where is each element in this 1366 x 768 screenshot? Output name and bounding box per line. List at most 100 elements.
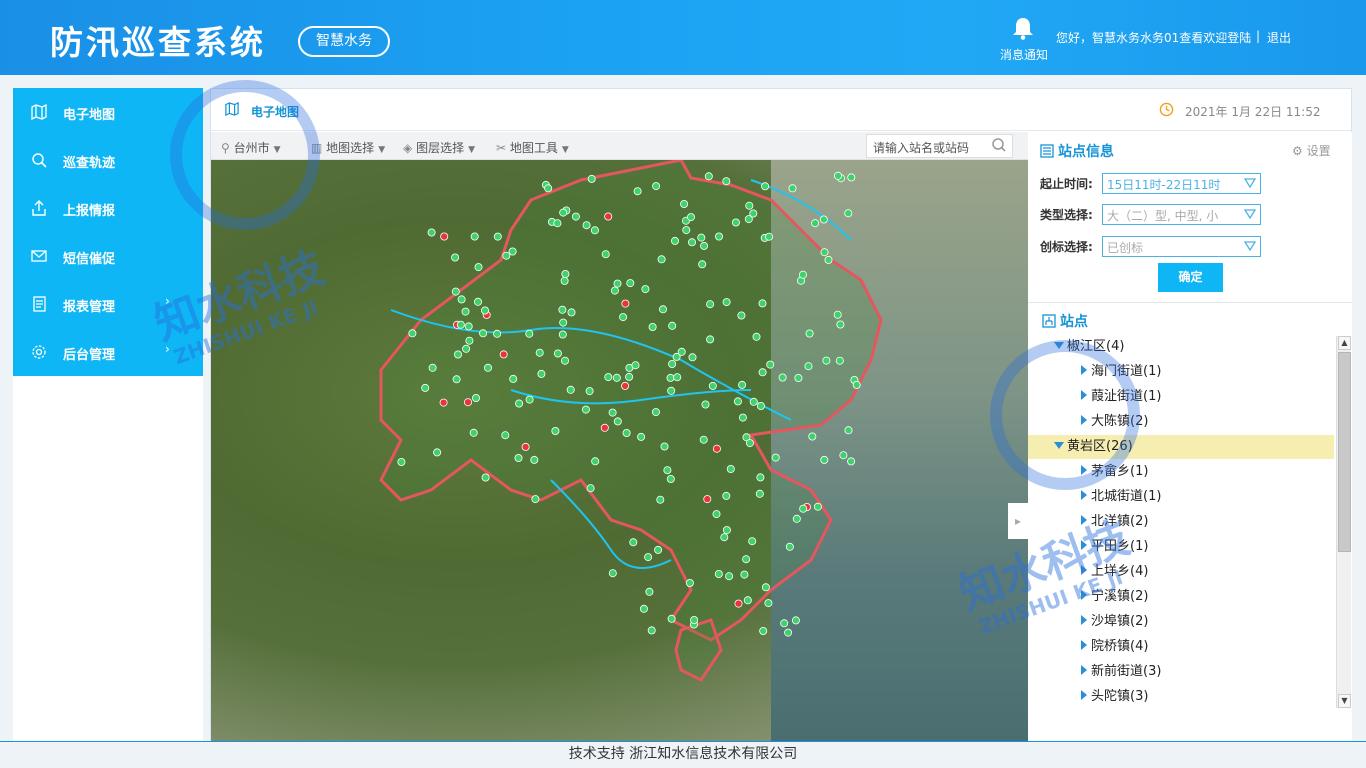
station-marker[interactable] [733,397,742,406]
map-select[interactable]: ▥ 地图选择 ▼ [311,139,385,156]
station-marker[interactable] [847,173,856,182]
station-marker[interactable] [690,615,699,624]
station-marker[interactable] [544,184,553,193]
station-marker[interactable] [440,232,449,241]
station-marker[interactable] [788,184,797,193]
station-marker[interactable] [631,361,640,370]
station-marker[interactable] [453,350,462,359]
station-marker[interactable] [452,375,461,384]
station-marker[interactable] [451,253,460,262]
station-marker[interactable] [651,408,660,417]
station-marker[interactable] [852,380,861,389]
search-icon[interactable] [991,137,1007,153]
tree-node[interactable]: 大陈镇(2) [1081,410,1148,434]
station-marker[interactable] [706,300,715,309]
station-marker[interactable] [658,305,667,314]
station-marker[interactable] [421,383,430,392]
station-marker[interactable] [461,307,470,316]
station-marker[interactable] [501,431,510,440]
station-marker[interactable] [591,457,600,466]
station-marker[interactable] [645,587,654,596]
station-marker[interactable] [805,329,814,338]
station-marker[interactable] [612,373,621,382]
station-marker[interactable] [652,182,661,191]
station-marker[interactable] [604,212,613,221]
station-marker[interactable] [502,251,511,260]
station-marker[interactable] [641,285,650,294]
station-marker[interactable] [566,385,575,394]
station-marker[interactable] [820,248,829,257]
station-marker[interactable] [745,201,754,210]
station-marker[interactable] [743,596,752,605]
station-marker[interactable] [581,405,590,414]
logout-link[interactable]: 退出 [1267,29,1291,46]
tree-node[interactable]: 椒江区(4) [1054,335,1124,359]
tree-node[interactable]: 葭沚街道(1) [1081,385,1161,409]
station-marker[interactable] [666,373,675,382]
station-marker[interactable] [734,599,743,608]
station-marker[interactable] [784,628,793,637]
station-marker[interactable] [530,455,539,464]
station-marker[interactable] [752,332,761,341]
station-marker[interactable] [822,356,831,365]
station-marker[interactable] [764,599,773,608]
station-marker[interactable] [712,444,721,453]
station-marker[interactable] [639,604,648,613]
station-marker[interactable] [731,218,740,227]
station-marker[interactable] [525,329,534,338]
station-marker[interactable] [582,221,591,230]
station-marker[interactable] [608,569,617,578]
station-marker[interactable] [462,344,471,353]
station-marker[interactable] [463,398,472,407]
station-marker[interactable] [811,219,820,228]
station-marker[interactable] [799,504,808,513]
station-marker[interactable] [844,209,853,218]
sidebar-item-report[interactable]: 上报情报 [13,184,203,232]
station-marker[interactable] [551,426,560,435]
station-marker[interactable] [559,208,568,217]
station-marker[interactable] [824,255,833,264]
station-marker[interactable] [708,381,717,390]
station-marker[interactable] [744,215,753,224]
station-marker[interactable] [686,213,695,222]
station-marker[interactable] [808,432,817,441]
station-marker[interactable] [408,329,417,338]
station-marker[interactable] [535,348,544,357]
station-marker[interactable] [699,435,708,444]
station-marker[interactable] [703,495,712,504]
station-marker[interactable] [604,373,613,382]
station-marker[interactable] [621,381,630,390]
station-marker[interactable] [791,616,800,625]
station-marker[interactable] [560,356,569,365]
station-marker[interactable] [765,232,774,241]
station-marker[interactable] [756,473,765,482]
station-marker[interactable] [835,356,844,365]
station-marker[interactable] [666,474,675,483]
station-marker[interactable] [525,395,534,404]
station-marker[interactable] [740,570,749,579]
station-marker[interactable] [514,453,523,462]
station-marker[interactable] [688,353,697,362]
station-marker[interactable] [778,373,787,382]
station-marker[interactable] [619,313,628,322]
station-marker[interactable] [451,287,460,296]
station-marker[interactable] [558,305,567,314]
station-marker[interactable] [667,386,676,395]
station-marker[interactable] [792,514,801,523]
layer-select[interactable]: ◈ 图层选择 ▼ [403,139,475,156]
station-marker[interactable] [471,393,480,402]
station-marker[interactable] [748,537,757,546]
station-marker[interactable] [737,311,746,320]
station-marker[interactable] [613,417,622,426]
station-marker[interactable] [698,260,707,269]
scroll-thumb[interactable] [1338,352,1351,552]
station-marker[interactable] [712,510,721,519]
type-select[interactable]: 大（二）型, 中型, 小 [1102,204,1261,225]
station-marker[interactable] [483,363,492,372]
station-marker[interactable] [559,318,568,327]
tree-node[interactable]: 沙埠镇(2) [1081,610,1148,634]
station-marker[interactable] [531,495,540,504]
station-marker[interactable] [847,457,856,466]
station-marker[interactable] [749,397,758,406]
station-marker[interactable] [585,387,594,396]
